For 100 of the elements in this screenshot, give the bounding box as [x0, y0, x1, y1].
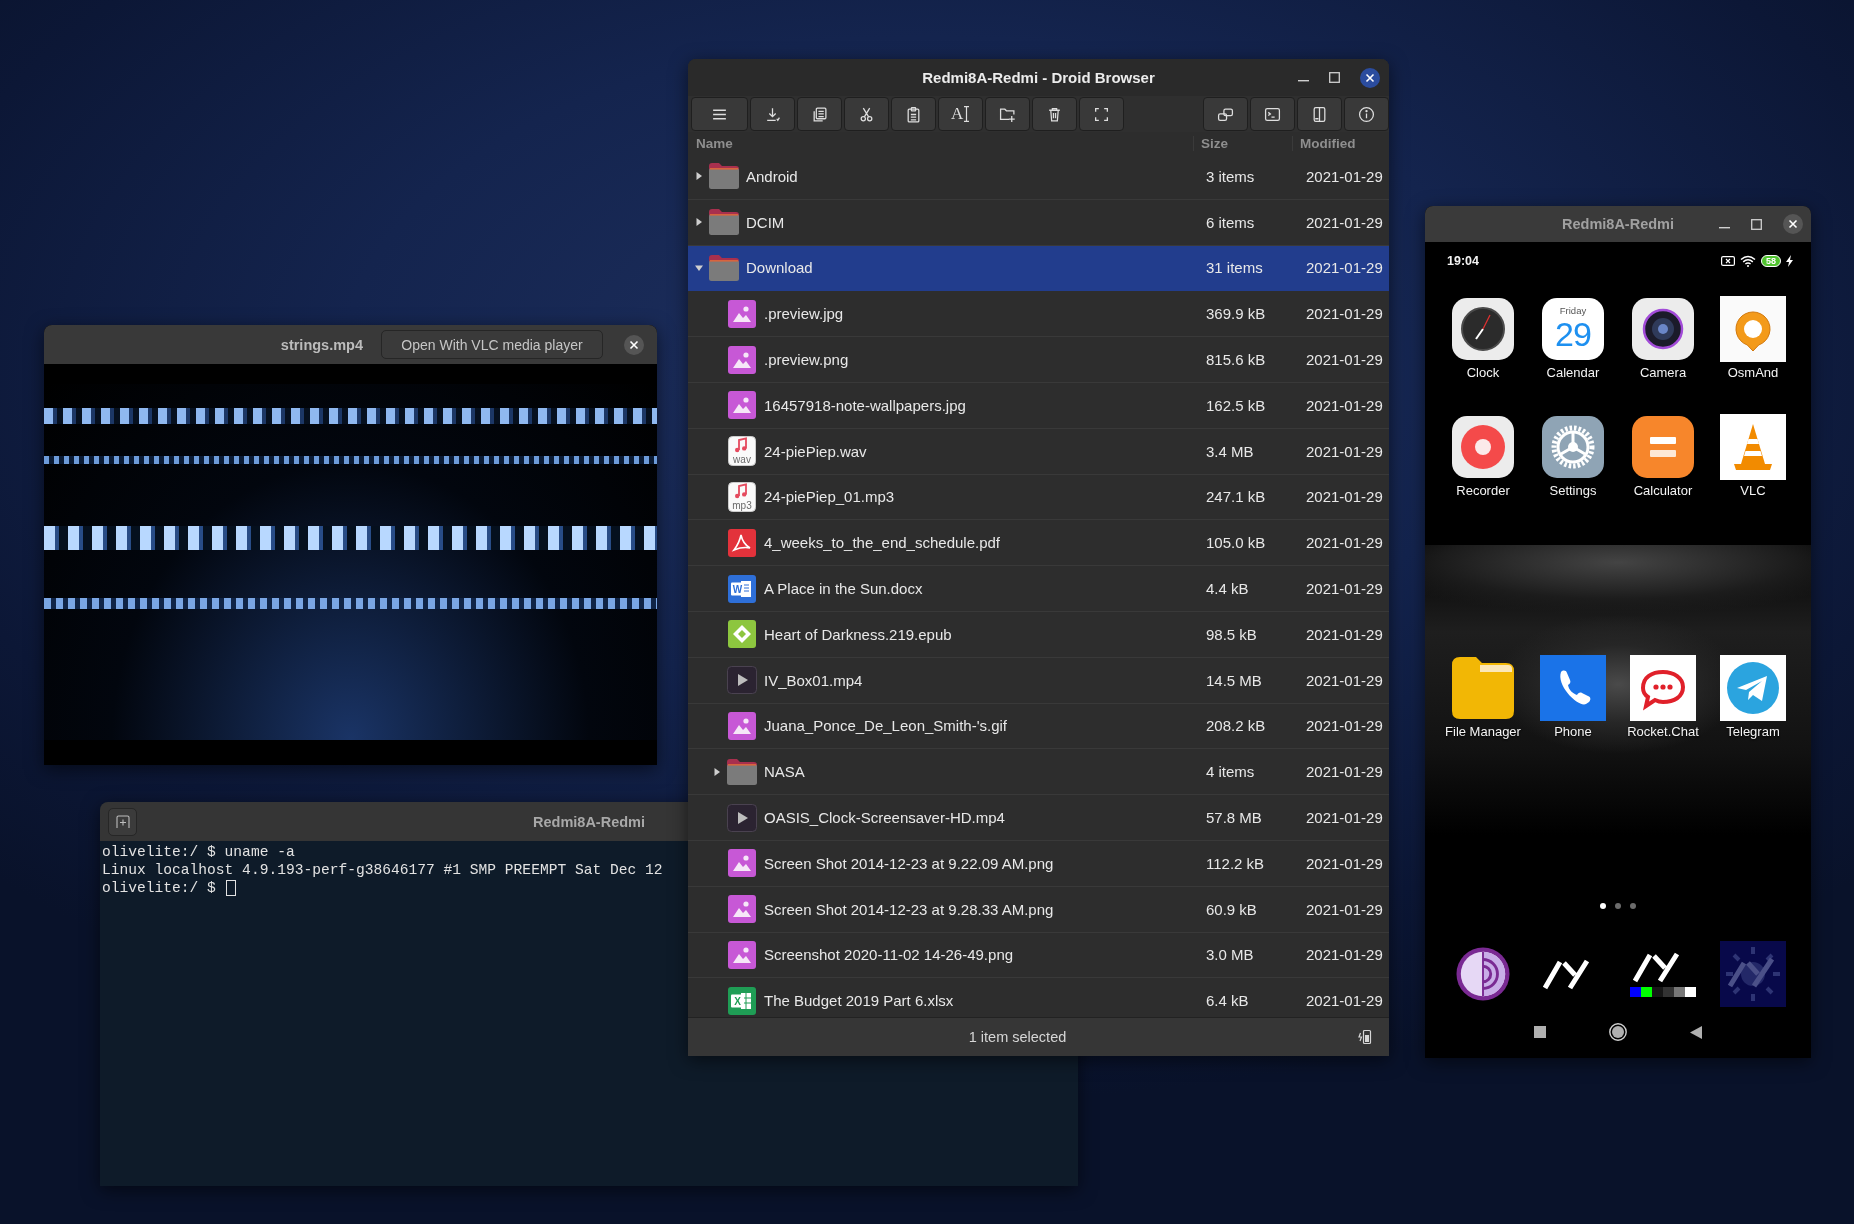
file-row[interactable]: Android 3 items 2021-01-29: [688, 154, 1389, 200]
file-row[interactable]: wav 24-piePiep.wav 3.4 MB 2021-01-29: [688, 428, 1389, 475]
page-indicator-dot[interactable]: [1615, 903, 1621, 909]
file-name: Android: [746, 167, 798, 185]
file-row[interactable]: W A Place in the Sun.docx 4.4 kB 2021-01-29: [688, 566, 1389, 612]
paper-plane-icon[interactable]: [1720, 655, 1786, 721]
app-label[interactable]: Recorder: [1456, 483, 1510, 499]
file-name: Juana_Ponce_De_Leon_Smith-'s.gif: [764, 717, 1008, 735]
file-row[interactable]: Screen Shot 2014-12-23 at 9.28.33 AM.png 60.9 kB 2021-01-29: [688, 886, 1389, 933]
open-with-button[interactable]: Open With VLC media player: [381, 330, 603, 359]
folder-icon[interactable]: [1452, 657, 1514, 719]
select-button[interactable]: [1078, 97, 1124, 131]
file-row[interactable]: Screenshot 2020-11-02 14-26-49.png 3.0 MB 2021-01-29: [688, 932, 1389, 979]
rename-button[interactable]: A: [937, 97, 983, 131]
modified-date: 2021-01-29: [1305, 854, 1383, 872]
file-row[interactable]: Juana_Ponce_De_Leon_Smith-'s.gif 208.2 kB 2021-01-29: [688, 703, 1389, 750]
minimize-icon[interactable]: [1719, 226, 1730, 229]
file-name: Screen Shot 2014-12-23 at 9.28.33 AM.png: [764, 900, 1054, 918]
file-row[interactable]: 4_weeks_to_the_end_schedule.pdf 105.0 kB 2021-01-29: [688, 520, 1389, 567]
modified-date: 2021-01-29: [1305, 442, 1383, 460]
column-header[interactable]: Size: [1193, 135, 1292, 151]
file-name: A Place in the Sun.docx: [764, 580, 923, 598]
modified-date: 2021-01-29: [1305, 763, 1383, 781]
image-file-icon: [728, 391, 756, 420]
terminal-button[interactable]: [1249, 97, 1295, 131]
modified-date: 2021-01-29: [1305, 488, 1383, 506]
home-icon[interactable]: [1609, 1023, 1627, 1041]
minimize-icon[interactable]: [1298, 80, 1309, 82]
back-icon[interactable]: [1690, 1025, 1702, 1039]
modified-date: 2021-01-29: [1305, 351, 1383, 369]
caret-right-icon[interactable]: [713, 767, 721, 776]
text-cursor-icon: [964, 106, 970, 122]
caret-down-icon[interactable]: [695, 264, 703, 272]
file-size: 60.9 kB: [1205, 900, 1257, 918]
new-folder-button[interactable]: [984, 97, 1030, 131]
file-row[interactable]: .preview.jpg 369.9 kB 2021-01-29: [688, 291, 1389, 338]
app-label[interactable]: Settings: [1549, 483, 1597, 499]
app-label[interactable]: Phone: [1554, 724, 1592, 740]
onion-logo-icon[interactable]: [1456, 947, 1510, 1001]
audio-file-icon: wav: [728, 436, 756, 467]
file-row[interactable]: .preview.png 815.6 kB 2021-01-29: [688, 337, 1389, 383]
maximize-icon[interactable]: [1751, 218, 1762, 230]
phone-charging-icon[interactable]: [1357, 1029, 1373, 1045]
camera-lens-icon[interactable]: [1632, 298, 1694, 360]
equals-icon[interactable]: [1632, 416, 1694, 478]
close-icon[interactable]: [1360, 67, 1380, 88]
close-icon[interactable]: [624, 334, 644, 355]
new-tab-button[interactable]: [108, 807, 137, 836]
switch-button[interactable]: [1202, 97, 1248, 131]
app-label[interactable]: Clock: [1466, 365, 1500, 381]
phone-icon[interactable]: [1540, 655, 1606, 721]
file-row[interactable]: NASA 4 items 2021-01-29: [688, 749, 1389, 796]
page-indicator-dot[interactable]: [1630, 903, 1636, 909]
copy-button[interactable]: [796, 97, 842, 131]
image-file-icon: [728, 895, 756, 924]
slash-logo-swatches-icon[interactable]: [1630, 951, 1696, 997]
clock-icon[interactable]: [1452, 298, 1514, 360]
app-label[interactable]: Telegram: [1726, 724, 1780, 740]
dim-slash-logo-icon[interactable]: [1720, 941, 1786, 1007]
image-file-icon: [728, 299, 756, 328]
file-row[interactable]: DCIM 6 items 2021-01-29: [688, 199, 1389, 246]
record-icon[interactable]: [1452, 416, 1514, 478]
menu-button[interactable]: [691, 97, 748, 131]
gear-icon[interactable]: [1542, 416, 1604, 478]
app-label[interactable]: File Manager: [1445, 724, 1521, 740]
app-label[interactable]: Camera: [1639, 365, 1687, 381]
file-size: 57.8 MB: [1205, 809, 1262, 827]
file-row[interactable]: 16457918-note-wallpapers.jpg 162.5 kB 2021-01-29: [688, 383, 1389, 429]
file-row[interactable]: mp3 24-piePiep_01.mp3 247.1 kB 2021-01-29: [688, 474, 1389, 521]
app-label[interactable]: Calendar: [1546, 365, 1600, 381]
page-indicator-dot[interactable]: [1600, 903, 1606, 909]
cut-button[interactable]: [843, 97, 889, 131]
file-row[interactable]: Screen Shot 2014-12-23 at 9.22.09 AM.png 112.2 kB 2021-01-29: [688, 840, 1389, 887]
modified-date: 2021-01-29: [1305, 717, 1383, 735]
app-label[interactable]: Calculator: [1633, 483, 1693, 499]
image-file-icon: [728, 711, 756, 740]
maximize-icon[interactable]: [1329, 72, 1340, 83]
file-size: 31 items: [1205, 259, 1263, 277]
download-button[interactable]: [749, 97, 795, 131]
window-title: Redmi8A-Redmi - Droid Browser: [922, 69, 1155, 86]
calendar-icon[interactable]: Friday 29: [1542, 298, 1604, 360]
file-row[interactable]: IV_Box01.mp4 14.5 MB 2021-01-29: [688, 657, 1389, 704]
terminal-line: olivelite:/ $ uname -a: [102, 843, 295, 861]
delete-button[interactable]: [1031, 97, 1077, 131]
info-button[interactable]: [1343, 97, 1389, 131]
close-icon[interactable]: [1783, 214, 1803, 234]
caret-right-icon[interactable]: [695, 218, 703, 227]
app-label[interactable]: OsmAnd: [1727, 365, 1779, 381]
paste-button[interactable]: [890, 97, 936, 131]
chat-bubble-icon[interactable]: [1630, 655, 1696, 721]
column-header[interactable]: Modified: [1292, 135, 1389, 151]
panel-button[interactable]: [1296, 97, 1342, 131]
caret-right-icon[interactable]: [695, 172, 703, 181]
file-row[interactable]: Heart of Darkness.219.epub 98.5 kB 2021-01-29: [688, 611, 1389, 658]
column-header[interactable]: Name: [688, 135, 1193, 151]
file-row[interactable]: OASIS_Clock-Screensaver-HD.mp4 57.8 MB 2021-01-29: [688, 795, 1389, 841]
app-label[interactable]: VLC: [1740, 483, 1766, 499]
app-label[interactable]: Rocket.Chat: [1627, 724, 1699, 740]
file-row[interactable]: Download 31 items 2021-01-29: [688, 245, 1389, 292]
modified-date: 2021-01-29: [1305, 167, 1383, 185]
